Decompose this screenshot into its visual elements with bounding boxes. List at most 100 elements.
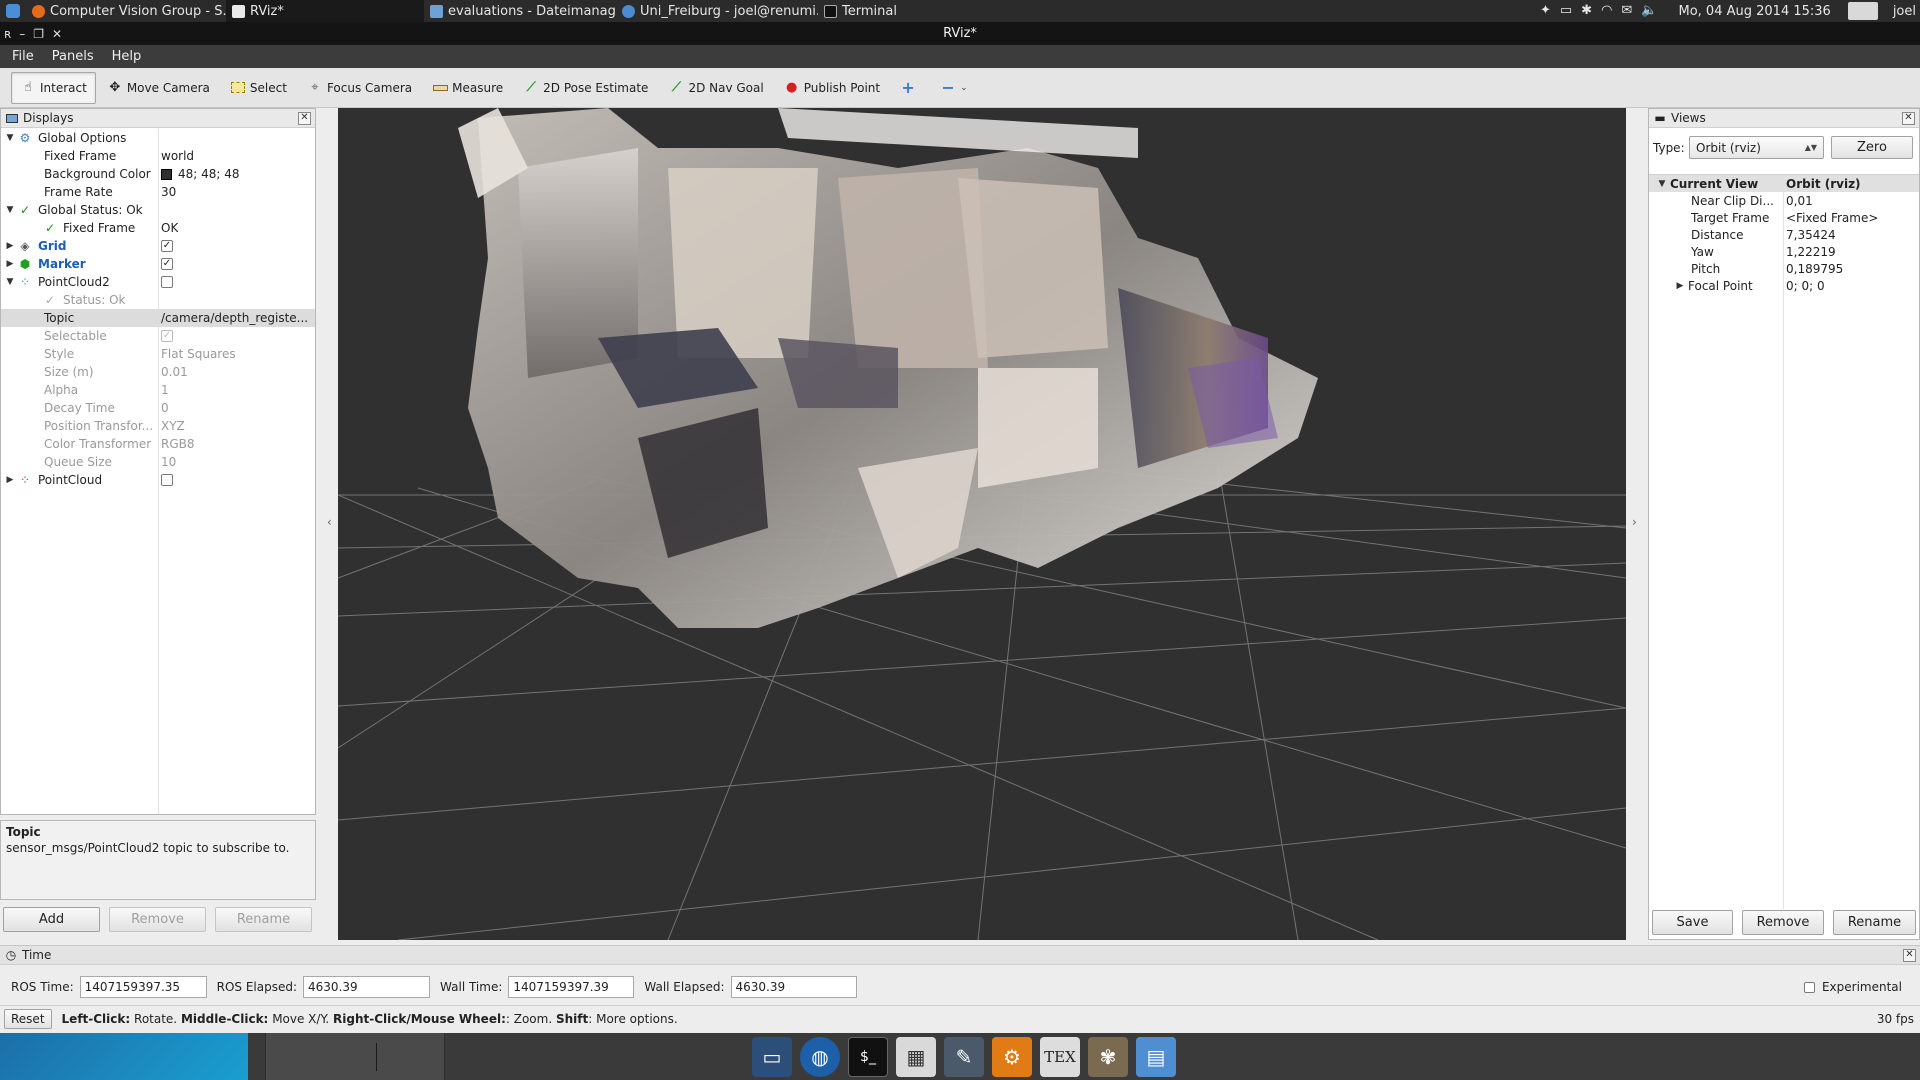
experimental-checkbox[interactable] [1803,981,1815,993]
splitter-right-arrow-icon[interactable]: › [1632,515,1637,529]
tex-icon[interactable]: TEX [1040,1036,1080,1077]
selectable-checkbox[interactable]: ✓ [161,330,173,342]
expanded-arrow-icon[interactable]: ▼ [5,133,15,143]
files-icon[interactable]: ▤ [1136,1036,1176,1077]
interact-tool-button[interactable]: ☝ Interact [11,71,96,104]
dropbox-icon[interactable]: ✦ [1540,0,1551,22]
collapsed-arrow-icon[interactable]: ▶ [1675,281,1685,291]
taskbar-app-filemanager[interactable]: evaluations - Dateimanager [424,0,616,22]
tree-row-current-view[interactable]: ▼ Current View Orbit (rviz) [1649,175,1919,192]
workspace-icon[interactable]: ▦ [896,1036,936,1077]
render-viewport[interactable] [338,108,1626,940]
collapsed-arrow-icon[interactable]: ▶ [5,241,15,251]
move-camera-tool-button[interactable]: ✥ Move Camera [98,72,219,104]
zero-button[interactable]: Zero [1831,136,1913,159]
pitch-value[interactable]: 0,189795 [1786,260,1843,277]
topic-value[interactable]: /camera/depth_registe... [161,309,308,327]
remove-view-button[interactable]: Remove [1742,910,1824,935]
tree-row-topic[interactable]: Topic /camera/depth_registe... [1,309,315,327]
wall-time-field[interactable]: 1407159397.39 [508,976,635,998]
focal-point-value[interactable]: 0; 0; 0 [1786,277,1825,294]
tree-row-queue-size[interactable]: Queue Size 10 [1,453,315,471]
menu-panels[interactable]: Panels [40,49,100,64]
tree-row-pc2-status[interactable]: ✓ Status: Ok [1,291,315,309]
pose-estimate-tool-button[interactable]: ⟋ 2D Pose Estimate [514,72,657,104]
tree-row-pointcloud2[interactable]: ▼ ⁘ PointCloud2 [1,273,315,291]
wall-elapsed-field[interactable]: 4630.39 [730,976,857,998]
tree-row-near-clip[interactable]: Near Clip Di... 0,01 [1649,192,1919,209]
alpha-value[interactable]: 1 [161,381,169,399]
nav-goal-tool-button[interactable]: ⟋ 2D Nav Goal [659,72,772,104]
grid-enabled-checkbox[interactable]: ✓ [161,240,173,252]
experimental-option[interactable]: Experimental [1803,980,1902,994]
bluetooth-icon[interactable]: ✱ [1581,0,1592,22]
tree-row-target-frame[interactable]: Target Frame <Fixed Frame> [1649,209,1919,226]
decay-time-value[interactable]: 0 [161,399,169,417]
expanded-arrow-icon[interactable]: ▼ [1657,179,1667,189]
collapsed-arrow-icon[interactable]: ▶ [5,259,15,269]
remove-display-button[interactable]: Remove [109,907,206,932]
menu-file[interactable]: File [0,49,40,64]
tree-row-position-transformer[interactable]: Position Transfor... XYZ [1,417,315,435]
minimize-icon[interactable]: – [19,27,25,41]
fixed-frame-value[interactable]: world [161,147,194,165]
rename-view-button[interactable]: Rename [1833,910,1916,935]
pointcloud-enabled-checkbox[interactable] [161,474,173,486]
tree-row-decay-time[interactable]: Decay Time 0 [1,399,315,417]
tree-row-grid[interactable]: ▶ ◈ Grid ✓ [1,237,315,255]
taskbar-app-browser[interactable]: Computer Vision Group - S... [26,0,226,22]
tree-row-selectable[interactable]: Selectable ✓ [1,327,315,345]
close-panel-icon[interactable]: ✕ [1902,111,1915,125]
size-value[interactable]: 0.01 [161,363,188,381]
tree-row-background-color[interactable]: Background Color 48; 48; 48 [1,165,315,183]
splitter-left-arrow-icon[interactable]: ‹ [327,515,332,529]
terminal-icon[interactable]: $_ [848,1036,888,1077]
target-frame-value[interactable]: <Fixed Frame> [1786,209,1878,226]
gimp-icon[interactable]: ✾ [1088,1036,1128,1077]
frame-rate-value[interactable]: 30 [161,183,176,201]
color-transformer-value[interactable]: RGB8 [161,435,195,453]
tree-row-yaw[interactable]: Yaw 1,22219 [1649,243,1919,260]
style-value[interactable]: Flat Squares [161,345,236,363]
queue-size-value[interactable]: 10 [161,453,176,471]
position-transformer-value[interactable]: XYZ [161,417,185,435]
taskbar-app-network[interactable]: Uni_Freiburg - joel@renumi... [616,0,818,22]
tree-row-distance[interactable]: Distance 7,35424 [1649,226,1919,243]
ros-time-field[interactable]: 1407159397.35 [79,976,207,998]
clock[interactable]: Mo, 04 Aug 2014 15:36 [1679,4,1831,19]
close-panel-icon[interactable]: ✕ [1903,948,1916,962]
tree-row-style[interactable]: Style Flat Squares [1,345,315,363]
add-tool-button[interactable]: + [891,72,929,104]
distance-value[interactable]: 7,35424 [1786,226,1836,243]
measure-tool-button[interactable]: Measure [423,72,512,104]
tree-row-global-status[interactable]: ▼ ✓ Global Status: Ok [1,201,315,219]
publish-point-tool-button[interactable]: ● Publish Point [775,72,889,104]
volume-icon[interactable]: 🔈 [1641,0,1657,22]
drive-icon[interactable]: ▭ [1560,0,1572,22]
view-type-select[interactable]: Orbit (rviz) ▲▼ [1689,136,1824,159]
restore-icon[interactable]: ❐ [33,27,44,41]
add-display-button[interactable]: Add [3,907,100,932]
mail-icon[interactable]: ✉ [1621,0,1632,22]
expanded-arrow-icon[interactable]: ▼ [5,277,15,287]
tree-row-color-transformer[interactable]: Color Transformer RGB8 [1,435,315,453]
select-tool-button[interactable]: Select [221,72,296,104]
ros-elapsed-field[interactable]: 4630.39 [303,976,431,998]
yaw-value[interactable]: 1,22219 [1786,243,1836,260]
close-panel-icon[interactable]: ✕ [298,111,311,125]
pointcloud2-enabled-checkbox[interactable] [161,276,173,288]
tree-row-pitch[interactable]: Pitch 0,189795 [1649,260,1919,277]
tree-row-size[interactable]: Size (m) 0.01 [1,363,315,381]
editor-icon[interactable]: ✎ [944,1036,984,1077]
settings-icon[interactable]: ⚙ [992,1036,1032,1077]
near-clip-value[interactable]: 0,01 [1786,192,1813,209]
tree-row-alpha[interactable]: Alpha 1 [1,381,315,399]
browser-icon[interactable]: ◍ [800,1036,840,1077]
tree-row-status-fixed-frame[interactable]: ✓ Fixed Frame OK [1,219,315,237]
tree-row-marker[interactable]: ▶ ⬢ Marker ✓ [1,255,315,273]
scene-canvas[interactable] [338,108,1626,940]
tree-row-fixed-frame[interactable]: Fixed Frame world [1,147,315,165]
rename-display-button[interactable]: Rename [215,907,312,932]
expanded-arrow-icon[interactable]: ▼ [5,205,15,215]
user-name[interactable]: joel [1893,4,1916,19]
